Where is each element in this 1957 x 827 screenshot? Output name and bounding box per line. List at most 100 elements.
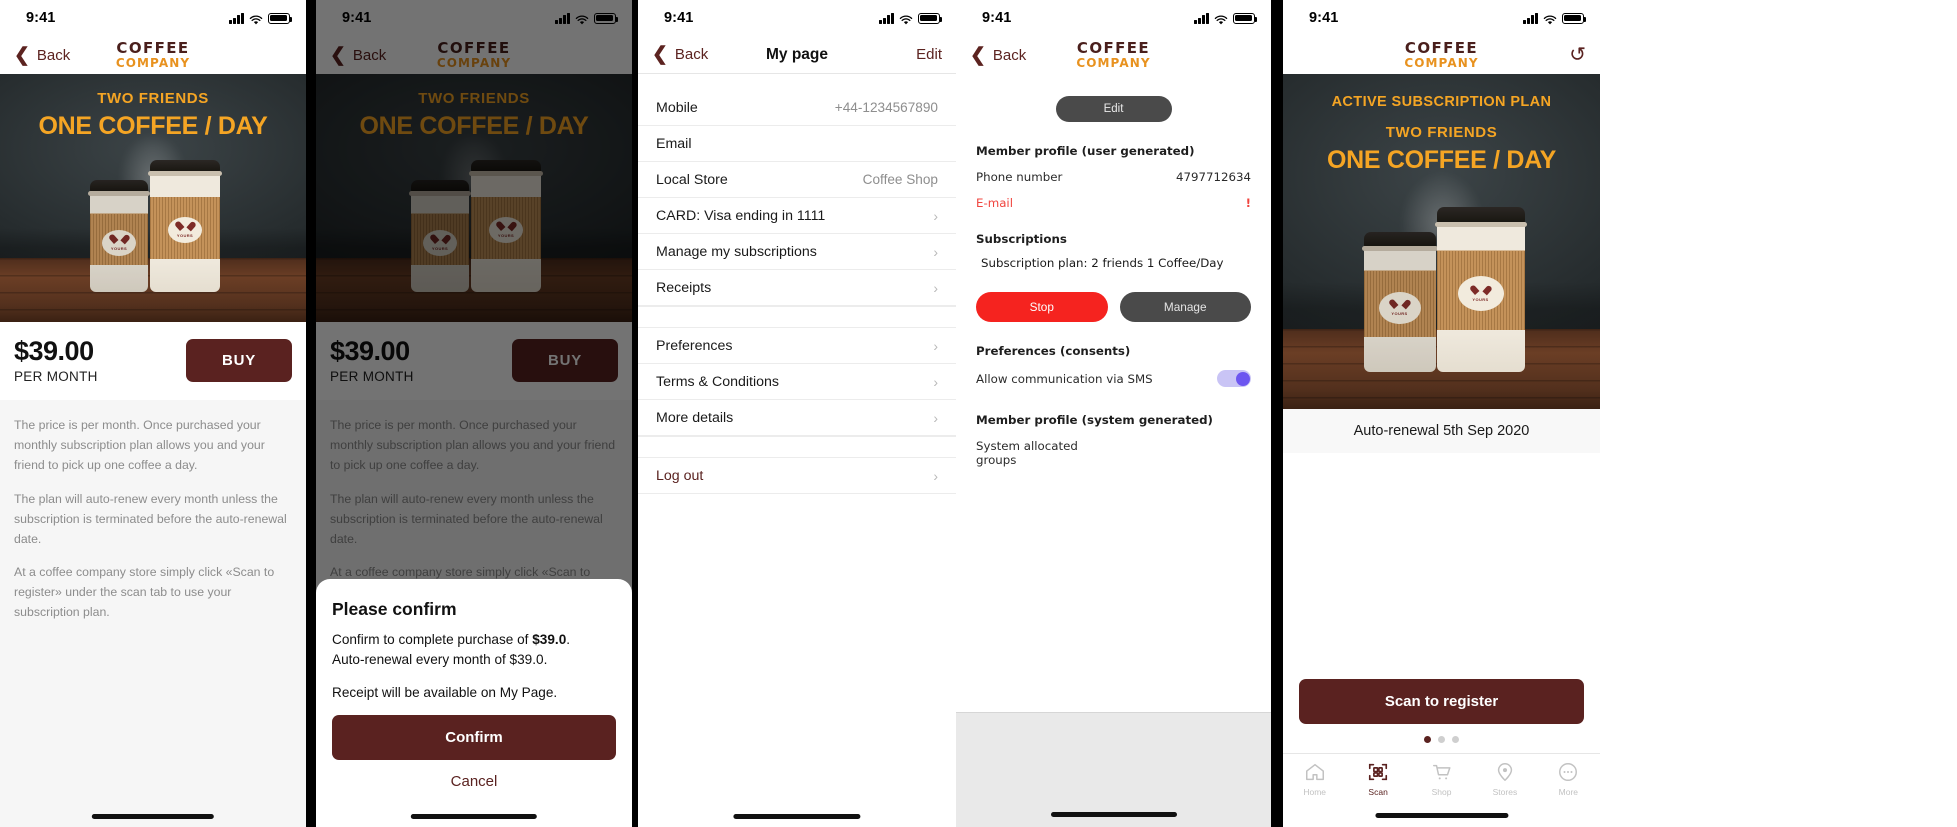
back-button[interactable]: ❮ Back: [970, 46, 1026, 65]
home-indicator: [91, 814, 215, 819]
back-button[interactable]: ❮ Back: [652, 45, 708, 64]
screenshot-board: 9:41 ❮ Back COFFEE COMPANY TWO FRIENDS O…: [0, 0, 1957, 827]
field-label: Allow communication via SMS: [976, 371, 1153, 386]
tab-shop[interactable]: Shop: [1410, 760, 1473, 797]
cellular-signal-icon: [1194, 12, 1209, 24]
back-button[interactable]: ❮ Back: [14, 46, 70, 65]
row-label: More details: [656, 409, 734, 426]
list-item-receipts[interactable]: Receipts ›: [638, 270, 956, 306]
screen-offer-detail: 9:41 ❮ Back COFFEE COMPANY TWO FRIENDS O…: [0, 0, 306, 827]
scan-to-register-button[interactable]: Scan to register: [1299, 679, 1584, 724]
bottom-panel: [956, 712, 1271, 827]
row-value: Coffee Shop: [862, 172, 938, 187]
list-item-manage-subscriptions[interactable]: Manage my subscriptions ›: [638, 234, 956, 270]
list-item-log-out[interactable]: Log out ›: [638, 458, 956, 494]
price-amount: $39.00: [14, 336, 94, 366]
coffee-cup-front: YOURS: [1434, 207, 1527, 373]
tab-label: Scan: [1368, 787, 1388, 797]
info-panel: The price is per month. Once purchased y…: [0, 400, 306, 827]
confirm-button[interactable]: Confirm: [332, 715, 616, 761]
page-dot-1[interactable]: [1424, 736, 1431, 743]
cancel-button[interactable]: Cancel: [332, 760, 616, 803]
battery-icon: [918, 12, 943, 24]
bottom-tab-bar: Home Scan Shop Stores More: [1283, 753, 1600, 801]
hero-subtitle: TWO FRIENDS: [1385, 124, 1498, 141]
home-indicator: [410, 814, 538, 819]
back-label: Back: [992, 46, 1027, 64]
refresh-icon[interactable]: ↺: [1569, 45, 1586, 65]
chevron-right-icon: ›: [933, 337, 938, 354]
page-dot-3[interactable]: [1452, 736, 1459, 743]
content-spacer: [1283, 453, 1600, 679]
hero-title: ONE COFFEE / DAY: [1326, 146, 1557, 174]
cellular-signal-icon: [879, 12, 894, 24]
screen-member-profile: 9:41 ❮ Back COFFEE COMPANY Edit Member p…: [956, 0, 1271, 827]
row-label: Local Store: [656, 171, 728, 188]
buy-button[interactable]: BUY: [186, 338, 292, 382]
row-label: Manage my subscriptions: [656, 243, 817, 260]
row-value: +44-1234567890: [834, 100, 938, 115]
qr-scan-icon: [1366, 760, 1390, 784]
field-label: Phone number: [976, 170, 1063, 184]
coffee-cups-illustration: YOURS YOURS: [82, 142, 224, 293]
chevron-right-icon: ›: [933, 467, 938, 484]
row-label: CARD: Visa ending in 1111: [656, 207, 826, 224]
row-label: Receipts: [656, 279, 712, 296]
hero-banner: ACTIVE SUBSCRIPTION PLAN TWO FRIENDS ONE…: [1283, 74, 1600, 409]
page-dot-2[interactable]: [1438, 736, 1445, 743]
cart-icon: [1430, 760, 1454, 784]
hero-subtitle: TWO FRIENDS: [97, 90, 209, 107]
manage-subscription-button[interactable]: Manage: [1119, 292, 1251, 322]
list-item-mobile[interactable]: Mobile +44-1234567890: [638, 90, 956, 126]
nav-bar: ❮ Back My page Edit: [638, 36, 956, 74]
home-indicator: [1050, 812, 1177, 817]
coffee-cups-illustration: YOURS YOURS: [1354, 186, 1530, 373]
tab-stores[interactable]: Stores: [1473, 760, 1536, 797]
back-label: Back: [36, 46, 71, 64]
battery-icon: [1562, 12, 1587, 24]
tab-label: Stores: [1492, 787, 1518, 797]
tab-scan[interactable]: Scan: [1346, 760, 1409, 797]
info-paragraph-2: The plan will auto-renew every month unl…: [14, 491, 287, 546]
coffee-cup-back: YOURS: [88, 180, 150, 293]
status-time: 9:41: [664, 10, 694, 26]
row-label: Terms & Conditions: [656, 373, 780, 390]
page-indicator-dots: [1283, 724, 1600, 753]
edit-profile-button[interactable]: Edit: [1055, 96, 1172, 122]
map-pin-icon: [1493, 760, 1517, 784]
stop-subscription-button[interactable]: Stop: [976, 292, 1108, 322]
tab-home[interactable]: Home: [1283, 760, 1346, 797]
field-value: 4797712634: [1175, 170, 1251, 184]
wifi-icon: [249, 13, 263, 24]
coffee-cup-front: YOURS: [148, 160, 222, 293]
chevron-right-icon: ›: [933, 279, 938, 296]
home-indicator: [1374, 813, 1509, 818]
subscription-plan-text: Subscription plan: 2 friends 1 Coffee/Da…: [981, 256, 1224, 270]
home-icon: [1303, 760, 1327, 784]
coffee-cup-back: YOURS: [1361, 232, 1438, 373]
list-item-email[interactable]: Email: [638, 126, 956, 162]
list-item-card[interactable]: CARD: Visa ending in 1111 ›: [638, 198, 956, 234]
edit-button[interactable]: Edit: [916, 46, 942, 63]
sms-consent-toggle[interactable]: [1217, 370, 1251, 387]
brand-line-1: COFFEE: [1404, 39, 1479, 57]
chevron-left-icon: ❮: [970, 44, 986, 66]
list-item-terms[interactable]: Terms & Conditions ›: [638, 364, 956, 400]
section-preferences: Preferences (consents): [976, 344, 1131, 358]
sheet-line-2: Auto-renewal every month of $39.0.: [332, 652, 548, 668]
nav-bar: ❮ Back COFFEE COMPANY: [956, 36, 1271, 74]
system-groups-line-1: System allocated: [976, 439, 1078, 453]
auto-renewal-text: Auto-renewal 5th Sep 2020: [1283, 409, 1600, 453]
cellular-signal-icon: [229, 12, 244, 24]
field-phone-number: Phone number 4797712634: [976, 170, 1251, 184]
price-period: PER MONTH: [14, 369, 98, 384]
list-item-local-store[interactable]: Local Store Coffee Shop: [638, 162, 956, 198]
list-item-preferences[interactable]: Preferences ›: [638, 328, 956, 364]
status-time: 9:41: [982, 10, 1012, 26]
list-item-more-details[interactable]: More details ›: [638, 400, 956, 436]
status-bar: 9:41: [638, 0, 956, 36]
tab-more[interactable]: More: [1537, 760, 1600, 797]
settings-list: Mobile +44-1234567890 Email Local Store …: [638, 74, 956, 494]
screen-confirm-purchase: 9:41 ❮ Back COFFEE COMPANY TWO FRIEND: [316, 0, 632, 827]
brand-line-2: COMPANY: [1404, 56, 1479, 70]
